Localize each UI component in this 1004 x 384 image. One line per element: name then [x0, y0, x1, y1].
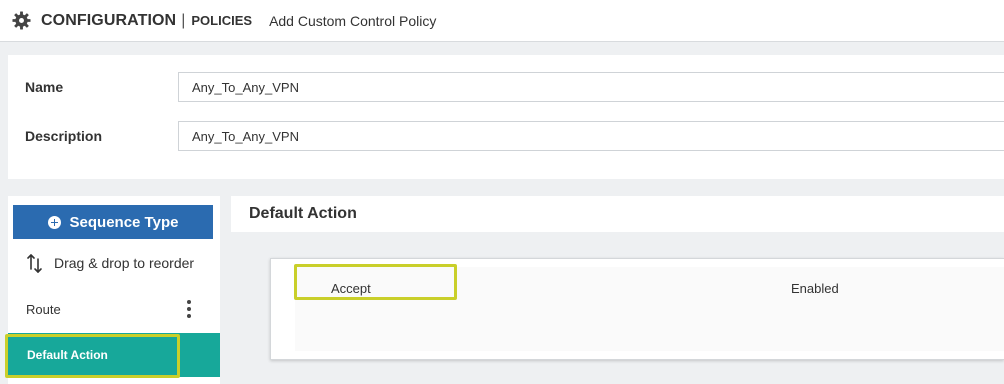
highlight-box: [294, 264, 457, 300]
drag-hint-text: Drag & drop to reorder: [54, 255, 195, 271]
sidebar-item-route[interactable]: Route: [8, 294, 220, 324]
section-title: POLICIES: [191, 13, 253, 28]
default-action-header: Default Action: [231, 196, 1004, 232]
reorder-arrows-icon: [26, 252, 44, 274]
status-value: Enabled: [791, 281, 839, 296]
drag-hint: Drag & drop to reorder: [26, 252, 194, 274]
description-field[interactable]: [178, 121, 1004, 151]
policy-form: Name Description: [8, 55, 1004, 179]
gear-icon: [12, 11, 32, 31]
sequence-type-button[interactable]: Sequence Type: [13, 205, 213, 239]
more-options-icon[interactable]: [186, 300, 192, 318]
page-title: CONFIGURATION: [41, 11, 177, 29]
page-header: CONFIGURATION | POLICIES Add Custom Cont…: [0, 0, 1004, 42]
highlight-box: [5, 334, 180, 378]
title-separator: |: [181, 11, 186, 29]
page-subtitle: Add Custom Control Policy: [269, 12, 437, 29]
name-field[interactable]: [178, 72, 1004, 102]
name-label: Name: [25, 79, 64, 95]
description-label: Description: [25, 128, 103, 144]
plus-circle-icon: [47, 215, 61, 229]
sidebar-item-label: Route: [26, 301, 61, 317]
sequence-type-label: Sequence Type: [69, 213, 179, 231]
section-title: Default Action: [249, 205, 357, 222]
